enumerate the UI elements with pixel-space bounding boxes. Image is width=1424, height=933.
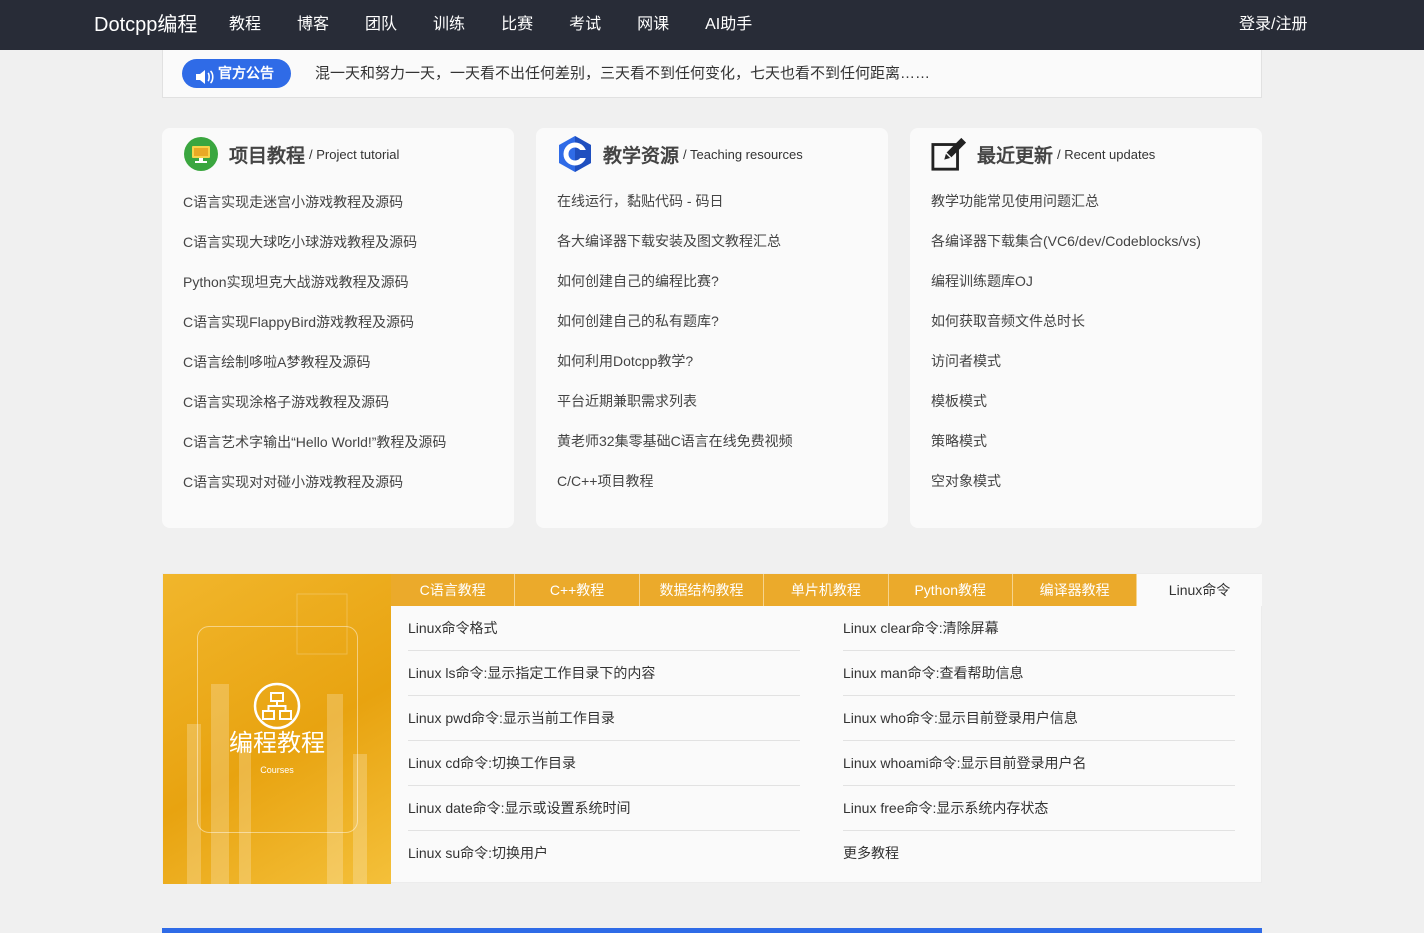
- tutorial-link[interactable]: Linux date命令:显示或设置系统时间: [408, 786, 800, 831]
- tutorial-link[interactable]: Linux su命令:切换用户: [408, 831, 800, 876]
- card-title[interactable]: 最近更新: [977, 141, 1053, 168]
- list-item[interactable]: C语言实现走迷宫小游戏教程及源码: [183, 191, 446, 231]
- nav-link-exam[interactable]: 考试: [569, 15, 601, 35]
- announcement-badge-label: 官方公告: [218, 65, 274, 81]
- nav-link-ai-assistant[interactable]: AI助手: [705, 15, 752, 35]
- banner-subtitle: Courses: [260, 765, 294, 775]
- card-link-list: C语言实现走迷宫小游戏教程及源码 C语言实现大球吃小球游戏教程及源码 Pytho…: [183, 191, 446, 511]
- speaker-icon: [195, 66, 215, 95]
- card-header: 教学资源 / Teaching resources: [557, 134, 803, 174]
- list-item[interactable]: C语言实现对对碰小游戏教程及源码: [183, 471, 446, 511]
- nav-link-training[interactable]: 训练: [433, 15, 465, 35]
- list-item[interactable]: 如何获取音频文件总时长: [931, 310, 1201, 350]
- nav-link-tutorial[interactable]: 教程: [229, 15, 261, 35]
- tab-python[interactable]: Python教程: [888, 574, 1013, 606]
- list-item[interactable]: 如何创建自己的编程比赛?: [557, 270, 793, 310]
- monitor-icon: [183, 136, 219, 172]
- tutorial-link[interactable]: Linux whoami命令:显示目前登录用户名: [843, 741, 1235, 786]
- list-item[interactable]: 访问者模式: [931, 350, 1201, 390]
- card-link-list: 在线运行，黏贴代码 - 码日 各大编译器下载安装及图文教程汇总 如何创建自己的编…: [557, 190, 793, 510]
- tutorial-link[interactable]: Linux ls命令:显示指定工作目录下的内容: [408, 651, 800, 696]
- tutorial-link[interactable]: Linux命令格式: [408, 606, 800, 651]
- tutorial-link[interactable]: Linux who命令:显示目前登录用户信息: [843, 696, 1235, 741]
- tutorial-list-left: Linux命令格式 Linux ls命令:显示指定工作目录下的内容 Linux …: [408, 606, 800, 876]
- list-item[interactable]: 如何创建自己的私有题库?: [557, 310, 793, 350]
- card-title[interactable]: 教学资源: [603, 141, 679, 168]
- list-item[interactable]: C语言实现大球吃小球游戏教程及源码: [183, 231, 446, 271]
- section-top-border: [162, 928, 1262, 933]
- nav-link-courses[interactable]: 网课: [637, 15, 669, 35]
- list-item[interactable]: 各大编译器下载安装及图文教程汇总: [557, 230, 793, 270]
- courses-banner[interactable]: 编程教程 Courses: [163, 574, 391, 884]
- tab-cpp[interactable]: C++教程: [515, 574, 640, 606]
- card-subtitle: / Teaching resources: [683, 146, 803, 162]
- list-item[interactable]: 黄老师32集零基础C语言在线免费视频: [557, 430, 793, 470]
- list-item[interactable]: 各编译器下载集合(VC6/dev/Codeblocks/vs): [931, 230, 1201, 270]
- list-item[interactable]: 空对象模式: [931, 470, 1201, 510]
- list-item[interactable]: 模板模式: [931, 390, 1201, 430]
- list-item[interactable]: 策略模式: [931, 430, 1201, 470]
- list-item[interactable]: 教学功能常见使用问题汇总: [931, 190, 1201, 230]
- list-item[interactable]: C语言实现涂格子游戏教程及源码: [183, 391, 446, 431]
- login-register-link[interactable]: 登录/注册: [1239, 15, 1307, 35]
- more-tutorials-link[interactable]: 更多教程: [843, 831, 1235, 876]
- list-item[interactable]: 平台近期兼职需求列表: [557, 390, 793, 430]
- tab-microcontroller[interactable]: 单片机教程: [764, 574, 889, 606]
- main-nav: 教程 博客 团队 训练 比赛 考试 网课 AI助手: [229, 15, 788, 35]
- list-item[interactable]: C/C++项目教程: [557, 470, 793, 510]
- nav-link-blog[interactable]: 博客: [297, 15, 329, 35]
- recent-updates-card: 最近更新 / Recent updates 教学功能常见使用问题汇总 各编译器下…: [910, 128, 1262, 528]
- project-tutorial-card: 项目教程 / Project tutorial C语言实现走迷宫小游戏教程及源码…: [162, 128, 514, 528]
- list-item[interactable]: C语言实现FlappyBird游戏教程及源码: [183, 311, 446, 351]
- tab-data-structures[interactable]: 数据结构教程: [639, 574, 765, 606]
- announcement-badge[interactable]: 官方公告: [182, 59, 291, 88]
- edit-icon: [931, 136, 967, 172]
- tab-linux-commands[interactable]: Linux命令: [1137, 574, 1262, 606]
- tutorial-link[interactable]: Linux free命令:显示系统内存状态: [843, 786, 1235, 831]
- announcement-text[interactable]: 混一天和努力一天，一天看不出任何差别，三天看不到任何变化，七天也看不到任何距离……: [315, 64, 930, 84]
- card-title[interactable]: 项目教程: [229, 141, 305, 168]
- tutorial-tabs: C语言教程 C++教程 数据结构教程 单片机教程 Python教程 编译器教程 …: [391, 574, 1262, 606]
- nav-link-team[interactable]: 团队: [365, 15, 397, 35]
- tutorial-link[interactable]: Linux clear命令:清除屏幕: [843, 606, 1235, 651]
- programming-tutorials-section: 编程教程 Courses C语言教程 C++教程 数据结构教程 单片机教程 Py…: [162, 573, 1262, 884]
- hierarchy-icon: [253, 682, 301, 735]
- list-item[interactable]: 如何利用Dotcpp教学?: [557, 350, 793, 390]
- c-language-icon: [557, 136, 593, 172]
- tab-c-language[interactable]: C语言教程: [391, 574, 516, 606]
- card-header: 最近更新 / Recent updates: [931, 134, 1155, 174]
- top-navbar: Dotcpp编程 教程 博客 团队 训练 比赛 考试 网课 AI助手 登录/注册: [0, 0, 1424, 50]
- card-header: 项目教程 / Project tutorial: [183, 134, 399, 174]
- tutorial-link[interactable]: Linux man命令:查看帮助信息: [843, 651, 1235, 696]
- list-item[interactable]: C语言艺术字输出“Hello World!”教程及源码: [183, 431, 446, 471]
- tutorial-link[interactable]: Linux cd命令:切换工作目录: [408, 741, 800, 786]
- card-link-list: 教学功能常见使用问题汇总 各编译器下载集合(VC6/dev/Codeblocks…: [931, 190, 1201, 510]
- list-item[interactable]: Python实现坦克大战游戏教程及源码: [183, 271, 446, 311]
- brand-logo[interactable]: Dotcpp编程: [94, 13, 197, 37]
- tutorial-link[interactable]: Linux pwd命令:显示当前工作目录: [408, 696, 800, 741]
- nav-link-contest[interactable]: 比赛: [501, 15, 533, 35]
- list-item[interactable]: 在线运行，黏贴代码 - 码日: [557, 190, 793, 230]
- list-item[interactable]: C语言绘制哆啦A梦教程及源码: [183, 351, 446, 391]
- card-subtitle: / Project tutorial: [309, 146, 400, 162]
- card-subtitle: / Recent updates: [1057, 146, 1156, 162]
- tab-compiler[interactable]: 编译器教程: [1012, 574, 1138, 606]
- tutorial-list-right: Linux clear命令:清除屏幕 Linux man命令:查看帮助信息 Li…: [843, 606, 1235, 876]
- list-item[interactable]: 编程训练题库OJ: [931, 270, 1201, 310]
- banner-title: 编程教程: [229, 730, 325, 757]
- announcement-bar: 官方公告 混一天和努力一天，一天看不出任何差别，三天看不到任何变化，七天也看不到…: [162, 50, 1262, 98]
- teaching-resources-card: 教学资源 / Teaching resources 在线运行，黏贴代码 - 码日…: [536, 128, 888, 528]
